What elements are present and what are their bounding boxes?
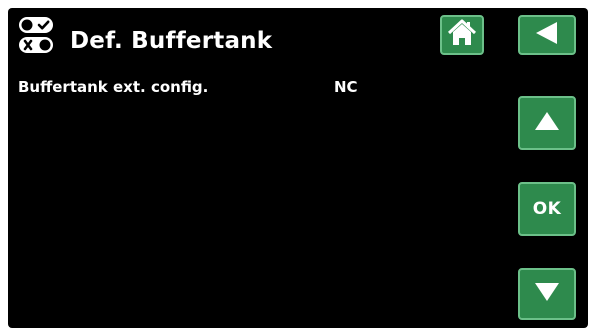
toggle-switches-icon [16,16,62,54]
ok-button[interactable]: OK [518,182,576,236]
back-button[interactable] [518,15,576,55]
scroll-up-button[interactable] [518,96,576,150]
header: Def. Buffertank [8,8,588,70]
ok-label: OK [532,199,562,219]
home-button[interactable] [440,15,484,55]
down-arrow-icon [532,279,562,309]
back-arrow-icon [533,20,561,50]
setting-row-buffertank-ext-config[interactable]: Buffertank ext. config. NC [16,78,506,100]
page-title: Def. Buffertank [70,28,273,54]
home-icon [447,19,477,51]
setting-label: Buffertank ext. config. [18,78,209,96]
display-screen: Def. Buffertank Buffertank ext. config. … [8,8,588,328]
setting-value: NC [334,78,358,96]
scroll-down-button[interactable] [518,268,576,320]
up-arrow-icon [532,108,562,138]
